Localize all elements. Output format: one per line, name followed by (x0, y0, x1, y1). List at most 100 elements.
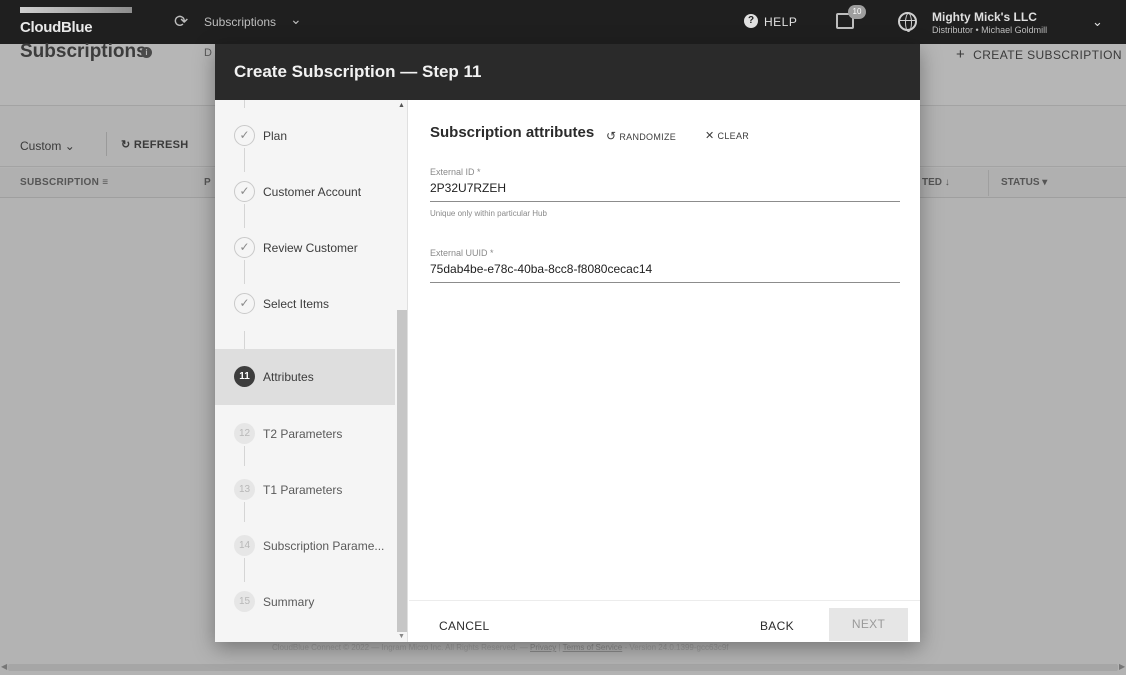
column-header-created[interactable]: TED ↓ (922, 177, 950, 188)
filter-custom-label: Custom (20, 139, 62, 153)
divider (106, 132, 107, 156)
dialog-title: Create Subscription — Step 11 (234, 62, 482, 81)
dialog-header: Create Subscription — Step 11 (215, 44, 920, 100)
section-title: Subscription attributes (430, 124, 595, 141)
refresh-button[interactable]: ↻ REFRESH (121, 138, 189, 151)
check-icon: ✓ (234, 237, 255, 258)
cancel-button[interactable]: CANCEL (439, 619, 489, 633)
module-selector[interactable]: Subscriptions (204, 15, 276, 29)
help-button[interactable]: HELP (764, 15, 797, 29)
create-subscription-button[interactable]: + CREATE SUBSCRIPTION (956, 46, 1122, 63)
step-customer-account[interactable]: ✓ Customer Account (215, 164, 395, 220)
column-header-created-label: TED (922, 177, 942, 188)
step-connector (244, 331, 245, 349)
column-header-status-label: STATUS (1001, 177, 1040, 188)
step-number: 12 (234, 423, 255, 444)
info-icon[interactable]: i (141, 47, 152, 58)
step-connector (244, 100, 245, 108)
step-label: T2 Parameters (263, 427, 343, 441)
attributes-panel: Subscription attributes ↺ RANDOMIZE ✕ CLEA… (409, 100, 920, 590)
scroll-down-icon[interactable]: ▼ (398, 633, 405, 640)
back-button[interactable]: BACK (760, 619, 794, 633)
external-id-help: Unique only within particular Hub (430, 209, 547, 218)
next-button[interactable]: NEXT (829, 608, 908, 641)
page-title: Subscriptions (20, 41, 147, 62)
step-label: Review Customer (263, 241, 358, 255)
external-id-field[interactable]: External ID * 2P32U7RZEH Unique only wit… (430, 167, 900, 218)
arrow-down-icon: ↓ (944, 177, 950, 188)
refresh-label: REFRESH (133, 139, 189, 151)
external-id-label: External ID * (430, 167, 481, 177)
step-label: Select Items (263, 297, 330, 311)
globe-icon[interactable] (898, 12, 917, 32)
logo-text: CloudBlue (20, 19, 93, 36)
refresh-icon: ↻ (121, 139, 131, 151)
terms-link[interactable]: Terms of Service (563, 643, 623, 652)
filter-custom-dropdown[interactable]: Custom ⌄ (20, 139, 75, 153)
close-icon: ✕ (705, 130, 715, 142)
external-uuid-field[interactable]: External UUID * 75dab4be-e78c-40ba-8cc8-… (430, 248, 900, 283)
step-review-customer[interactable]: ✓ Review Customer (215, 220, 395, 276)
step-t2-parameters[interactable]: 12 T2 Parameters (215, 406, 395, 462)
account-subtitle: Distributor • Michael Goldmill (932, 25, 1048, 35)
notifications-badge: 10 (848, 5, 866, 19)
create-subscription-dialog: Create Subscription — Step 11 ✓ Plan ✓ C… (215, 44, 920, 642)
step-number: 13 (234, 479, 255, 500)
column-header-subscription[interactable]: SUBSCRIPTION ≡ (20, 177, 108, 188)
chevron-down-icon[interactable]: ⌄ (290, 11, 302, 28)
check-icon: ✓ (234, 125, 255, 146)
account-chevron-down-icon[interactable]: ⌄ (1092, 14, 1103, 30)
tab-partial[interactable]: D (204, 47, 212, 59)
top-bar: CloudBlue ⟳ Subscriptions ⌄ ? HELP 10 Mi… (0, 0, 1126, 44)
divider (988, 170, 989, 196)
step-label: Customer Account (263, 185, 362, 199)
external-id-input[interactable]: 2P32U7RZEH (430, 181, 900, 202)
chevron-down-icon: ⌄ (64, 139, 75, 153)
step-label: T1 Parameters (263, 483, 343, 497)
step-number: 15 (234, 591, 255, 612)
dialog-actions: CANCEL BACK NEXT (409, 600, 920, 642)
step-summary[interactable]: 15 Summary (215, 574, 395, 630)
step-label: Subscription Parame... (263, 539, 385, 553)
scroll-left-icon[interactable]: ◀ (1, 662, 7, 671)
footer: CloudBlue Connect © 2022 — Ingram Micro … (272, 643, 729, 652)
help-icon[interactable]: ? (744, 14, 758, 28)
column-header-status[interactable]: STATUS ▾ (1001, 177, 1047, 188)
scroll-right-icon[interactable]: ▶ (1119, 662, 1125, 671)
external-uuid-label: External UUID * (430, 248, 494, 258)
step-number: 11 (234, 366, 255, 387)
step-number: 14 (234, 535, 255, 556)
plus-icon: + (956, 46, 966, 63)
step-plan[interactable]: ✓ Plan (215, 108, 395, 164)
step-label: Plan (263, 129, 288, 143)
step-t1-parameters[interactable]: 13 T1 Parameters (215, 462, 395, 518)
horizontal-scrollbar[interactable] (8, 664, 1118, 671)
column-header-subscription-label: SUBSCRIPTION (20, 177, 100, 188)
module-switch-icon[interactable]: ⟳ (174, 12, 188, 32)
randomize-label: RANDOMIZE (619, 132, 677, 142)
wizard-stepper: ✓ Plan ✓ Customer Account ✓ Review Custo… (215, 100, 408, 642)
cloudblue-logo[interactable]: CloudBlue (20, 7, 140, 37)
step-label: Summary (263, 595, 315, 609)
footer-copyright: CloudBlue Connect © 2022 — Ingram Micro … (272, 643, 528, 652)
column-header-partial[interactable]: P (204, 177, 211, 188)
filter-icon: ≡ (102, 177, 109, 188)
logo-bar (20, 7, 132, 13)
step-attributes[interactable]: 11 Attributes (215, 349, 395, 405)
check-icon: ✓ (234, 293, 255, 314)
privacy-link[interactable]: Privacy (530, 643, 556, 652)
scroll-up-icon[interactable]: ▲ (398, 102, 405, 109)
create-subscription-label: CREATE SUBSCRIPTION (973, 48, 1122, 62)
check-icon: ✓ (234, 181, 255, 202)
step-select-items[interactable]: ✓ Select Items (215, 276, 395, 332)
account-name[interactable]: Mighty Mick's LLC (932, 10, 1037, 24)
stepper-scrollbar-thumb[interactable] (397, 310, 407, 632)
external-uuid-input[interactable]: 75dab4be-e78c-40ba-8cc8-f8080cecac14 (430, 262, 900, 283)
randomize-button[interactable]: ↺ RANDOMIZE (606, 129, 676, 143)
caret-down-icon: ▾ (1042, 177, 1048, 188)
undo-icon: ↺ (606, 129, 617, 143)
step-label: Attributes (263, 370, 314, 384)
clear-label: CLEAR (717, 131, 750, 141)
clear-button[interactable]: ✕ CLEAR (705, 129, 749, 142)
step-subscription-parameters[interactable]: 14 Subscription Parame... (215, 518, 395, 574)
